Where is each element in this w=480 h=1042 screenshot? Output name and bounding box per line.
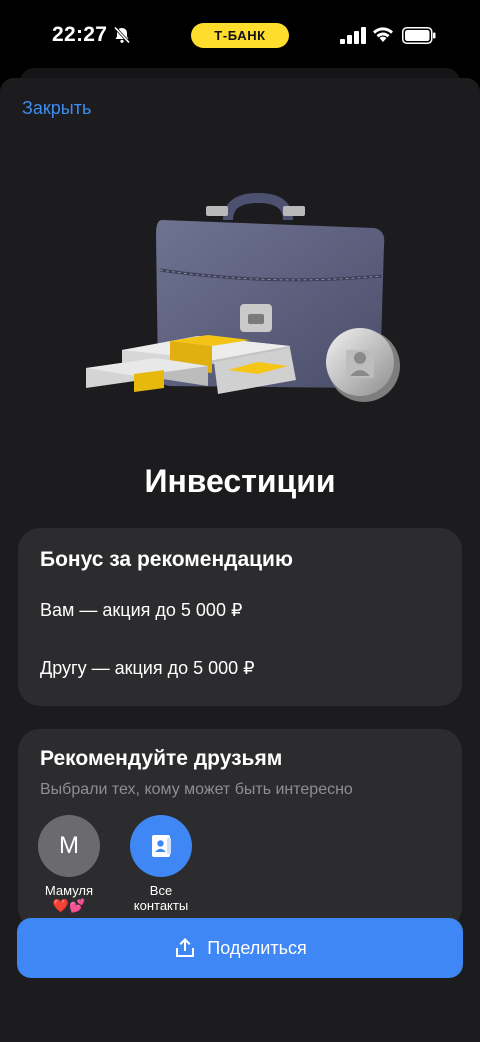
signal-icon xyxy=(340,27,366,44)
contact-name: Все контакты xyxy=(121,883,201,913)
avatar-initial: М xyxy=(59,832,79,859)
contact-mamulya[interactable]: М Мамуля ❤️💕 xyxy=(29,815,109,913)
share-upload-icon xyxy=(176,938,195,957)
friends-card-subtitle: Выбрали тех, кому может быть интересно xyxy=(40,781,353,798)
avatar: М xyxy=(38,815,100,877)
bonus-card-title: Бонус за рекомендацию xyxy=(40,548,293,571)
bell-slash-icon xyxy=(113,26,131,44)
status-time: 22:27 xyxy=(52,23,108,46)
share-button[interactable]: Поделиться xyxy=(17,918,463,978)
friends-card-title: Рекомендуйте друзьям xyxy=(40,747,283,770)
contacts-book-icon xyxy=(152,835,171,857)
contact-name-line1: Все xyxy=(149,883,173,898)
page-title: Инвестиции xyxy=(144,463,336,499)
bonus-line-friend: Другу — акция до 5 000 ₽ xyxy=(40,658,255,678)
briefcase-with-money-icon xyxy=(86,192,400,402)
recommend-friends-card: Рекомендуйте друзьям Выбрали тех, кому м… xyxy=(18,729,462,929)
bonus-card: Бонус за рекомендацию Вам — акция до 5 0… xyxy=(18,528,462,706)
close-button[interactable]: Закрыть xyxy=(22,98,91,119)
carrier-badge: Т-БАНК xyxy=(191,23,289,48)
bonus-line-you: Вам — акция до 5 000 ₽ xyxy=(40,600,243,620)
contact-name-line2: контакты xyxy=(133,898,189,913)
status-bar: 22:27 Т-БАНК xyxy=(0,0,480,70)
all-contacts-button[interactable]: Все контакты xyxy=(121,815,201,913)
wifi-icon xyxy=(373,27,393,42)
contact-emoji: ❤️💕 xyxy=(52,898,86,913)
battery-icon xyxy=(402,27,436,44)
contact-name: Мамуля ❤️💕 xyxy=(29,883,109,913)
contact-name-text: Мамуля xyxy=(44,883,94,898)
share-button-label: Поделиться xyxy=(207,937,307,958)
all-contacts-avatar xyxy=(130,815,192,877)
